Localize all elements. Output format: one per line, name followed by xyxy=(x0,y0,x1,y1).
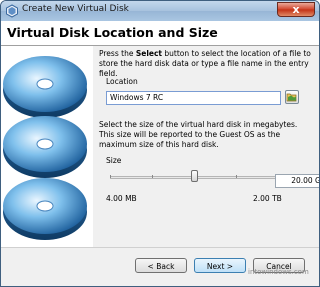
slider-tick xyxy=(236,175,237,178)
slider-tick xyxy=(110,175,111,178)
close-icon: x xyxy=(292,3,300,16)
wizard-header: Virtual Disk Location and Size xyxy=(1,21,319,46)
wizard-footer: < Back Next > Cancel xyxy=(1,247,319,286)
location-instructions: Press the Select button to select the lo… xyxy=(99,49,311,78)
next-button[interactable]: Next > xyxy=(194,258,246,273)
select-keyword: Select xyxy=(135,49,163,58)
size-max-label: 2.00 TB xyxy=(253,194,282,203)
wizard-window: Create New Virtual Disk x Virtual Disk L… xyxy=(0,0,320,287)
title-bar[interactable]: Create New Virtual Disk x xyxy=(1,1,319,21)
virtualbox-icon xyxy=(6,4,18,18)
location-label: Location xyxy=(106,77,138,86)
size-input[interactable]: 20.00 GB xyxy=(275,174,319,188)
page-title: Virtual Disk Location and Size xyxy=(7,25,218,40)
close-button[interactable]: x xyxy=(277,2,315,17)
back-button[interactable]: < Back xyxy=(135,258,187,273)
window-title: Create New Virtual Disk xyxy=(22,4,129,14)
size-min-label: 4.00 MB xyxy=(106,194,137,203)
folder-browse-icon xyxy=(286,93,297,102)
location-input[interactable]: Windows 7 RC xyxy=(106,91,281,105)
disk-stack-icon xyxy=(3,56,87,240)
size-instructions: Select the size of the virtual hard disk… xyxy=(99,120,298,149)
select-location-button[interactable] xyxy=(285,90,299,104)
side-image-panel xyxy=(1,46,93,247)
size-slider-thumb[interactable] xyxy=(191,170,198,182)
size-label: Size xyxy=(106,156,122,165)
watermark: intowindows.com xyxy=(248,268,309,276)
slider-tick xyxy=(152,175,153,178)
